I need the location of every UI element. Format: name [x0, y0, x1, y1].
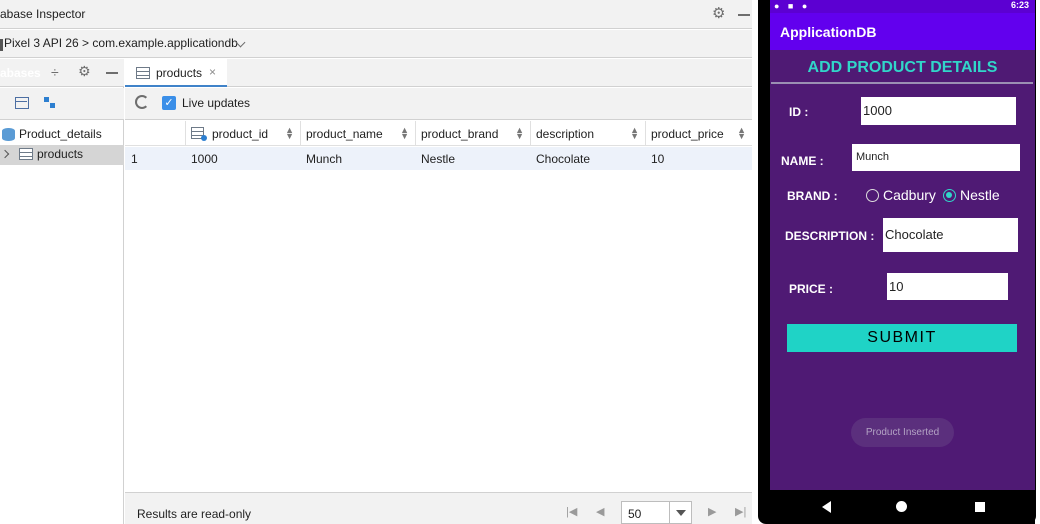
- submit-button[interactable]: SUBMIT: [787, 324, 1017, 352]
- previous-page-icon[interactable]: ◀: [596, 505, 604, 518]
- refresh-icon[interactable]: [135, 95, 149, 109]
- name-label: NAME :: [781, 154, 824, 168]
- description-field[interactable]: Chocolate: [883, 218, 1018, 252]
- status-time: 6:23: [1010, 0, 1029, 10]
- table-name: products: [37, 147, 84, 161]
- form-content: ADD PRODUCT DETAILS ID : 1000 NAME : Mun…: [770, 50, 1035, 490]
- tab-bar: products ×: [125, 59, 752, 87]
- chevron-down-icon[interactable]: [669, 502, 691, 523]
- read-only-status: Results are read-only: [137, 507, 252, 521]
- status-bar: ● ■ ● 6:23: [770, 0, 1035, 13]
- keep-connections-icon[interactable]: [44, 97, 56, 109]
- table-cell[interactable]: Nestle: [421, 152, 455, 166]
- column-header[interactable]: product_id ▲ ▼: [185, 121, 300, 146]
- gear-icon[interactable]: ⚙: [712, 4, 725, 22]
- radio-cadbury[interactable]: Cadbury: [866, 187, 936, 203]
- table-toolbar: ✓ Live updates: [125, 88, 752, 120]
- device-path: Pixel 3 API 26 > com.example.application…: [4, 36, 238, 50]
- table-row[interactable]: 1 1000 Munch Nestle Chocolate 10: [125, 147, 752, 170]
- live-updates-checkbox[interactable]: ✓: [162, 96, 176, 110]
- column-header-label: product_name: [306, 127, 383, 141]
- column-header-label: description: [536, 127, 595, 141]
- id-field[interactable]: 1000: [861, 97, 1016, 125]
- last-page-icon[interactable]: ▶|: [735, 505, 746, 518]
- name-field[interactable]: Munch: [852, 144, 1020, 171]
- column-header[interactable]: product_name ▲ ▼: [300, 121, 415, 146]
- column-header-label: product_brand: [421, 127, 499, 141]
- minimize-icon[interactable]: [738, 14, 750, 16]
- recent-apps-icon[interactable]: [975, 502, 985, 512]
- column-header[interactable]: product_price ▲ ▼: [645, 121, 752, 146]
- id-label: ID :: [789, 105, 809, 119]
- radio-label: Nestle: [960, 187, 1000, 203]
- database-name: Product_details: [19, 127, 102, 141]
- brand-label: BRAND :: [787, 189, 838, 203]
- column-header-label: product_price: [651, 127, 724, 141]
- database-inspector-window: abase Inspector ⚙ Pixel 3 API 26 > com.e…: [0, 0, 752, 524]
- database-icon: [2, 128, 15, 141]
- databases-panel-header: abases ÷ ⚙: [0, 59, 124, 87]
- page-size-value: 50: [628, 507, 642, 521]
- radio-label: Cadbury: [883, 187, 936, 203]
- home-icon[interactable]: [896, 501, 907, 512]
- heading-divider: [771, 82, 1033, 84]
- primary-key-icon: [191, 127, 207, 141]
- tab-products[interactable]: products ×: [125, 59, 227, 87]
- title-bar: abase Inspector ⚙: [0, 0, 752, 29]
- databases-panel-title: abases: [0, 66, 41, 80]
- chevron-right-icon[interactable]: [0, 149, 10, 159]
- device-icon: [0, 39, 3, 51]
- tree-item-table[interactable]: products: [0, 145, 124, 165]
- collapse-all-icon[interactable]: ÷: [51, 64, 59, 80]
- sort-icon[interactable]: ▲ ▼: [630, 126, 639, 141]
- notification-icons: ● ■ ●: [774, 1, 811, 11]
- sort-icon[interactable]: ▲ ▼: [515, 126, 524, 141]
- databases-panel: abases ÷ ⚙ Product_details products: [0, 59, 124, 524]
- app-title: ApplicationDB: [780, 24, 877, 40]
- databases-toolbar: [0, 88, 124, 120]
- table-cell[interactable]: 10: [651, 152, 664, 166]
- close-icon[interactable]: ×: [209, 65, 216, 79]
- device-screen: ● ■ ● 6:23 ApplicationDB ADD PRODUCT DET…: [770, 0, 1035, 524]
- sort-icon[interactable]: ▲ ▼: [400, 126, 409, 141]
- tree-item-database[interactable]: Product_details: [0, 125, 124, 145]
- first-page-icon[interactable]: |◀: [566, 505, 577, 518]
- column-header[interactable]: description ▲ ▼: [530, 121, 645, 146]
- minimize-icon[interactable]: [106, 72, 118, 74]
- android-emulator: ● ■ ● 6:23 ApplicationDB ADD PRODUCT DET…: [752, 0, 1040, 524]
- description-label: DESCRIPTION :: [785, 229, 875, 243]
- results-table: product_id ▲ ▼ product_name ▲ ▼ product_br…: [125, 121, 752, 491]
- row-index: 1: [131, 152, 138, 166]
- price-field[interactable]: 10: [887, 273, 1008, 300]
- run-query-icon[interactable]: [15, 97, 29, 109]
- sort-icon[interactable]: ▲ ▼: [737, 126, 746, 141]
- table-icon: [136, 67, 150, 79]
- android-nav-bar: [770, 490, 1035, 524]
- toast-message: Product Inserted: [851, 418, 954, 447]
- price-label: PRICE :: [789, 282, 834, 296]
- device-selector[interactable]: Pixel 3 API 26 > com.example.application…: [0, 30, 752, 58]
- back-icon[interactable]: [822, 501, 831, 513]
- table-cell[interactable]: 1000: [191, 152, 218, 166]
- results-footer: Results are read-only |◀ ◀ 50 ▶ ▶|: [125, 492, 752, 524]
- table-cell[interactable]: Chocolate: [536, 152, 590, 166]
- page-size-select[interactable]: 50: [621, 501, 692, 524]
- window-title: abase Inspector: [0, 7, 86, 21]
- sort-icon[interactable]: ▲ ▼: [285, 126, 294, 141]
- column-header[interactable]: product_brand ▲ ▼: [415, 121, 530, 146]
- next-page-icon[interactable]: ▶: [708, 505, 716, 518]
- table-cell[interactable]: Munch: [306, 152, 342, 166]
- live-updates-label: Live updates: [182, 96, 251, 110]
- form-heading: ADD PRODUCT DETAILS: [807, 59, 998, 76]
- radio-unselected-icon: [866, 189, 879, 202]
- column-header-label: product_id: [212, 127, 269, 141]
- gear-icon[interactable]: ⚙: [78, 63, 91, 80]
- radio-nestle[interactable]: Nestle: [943, 187, 1000, 203]
- device-frame: ● ■ ● 6:23 ApplicationDB ADD PRODUCT DET…: [758, 0, 1036, 524]
- table-icon: [19, 148, 33, 160]
- table-header: product_id ▲ ▼ product_name ▲ ▼ product_br…: [125, 121, 752, 146]
- tab-label: products: [156, 66, 203, 80]
- app-bar: ApplicationDB: [770, 13, 1035, 50]
- radio-selected-icon: [943, 189, 956, 202]
